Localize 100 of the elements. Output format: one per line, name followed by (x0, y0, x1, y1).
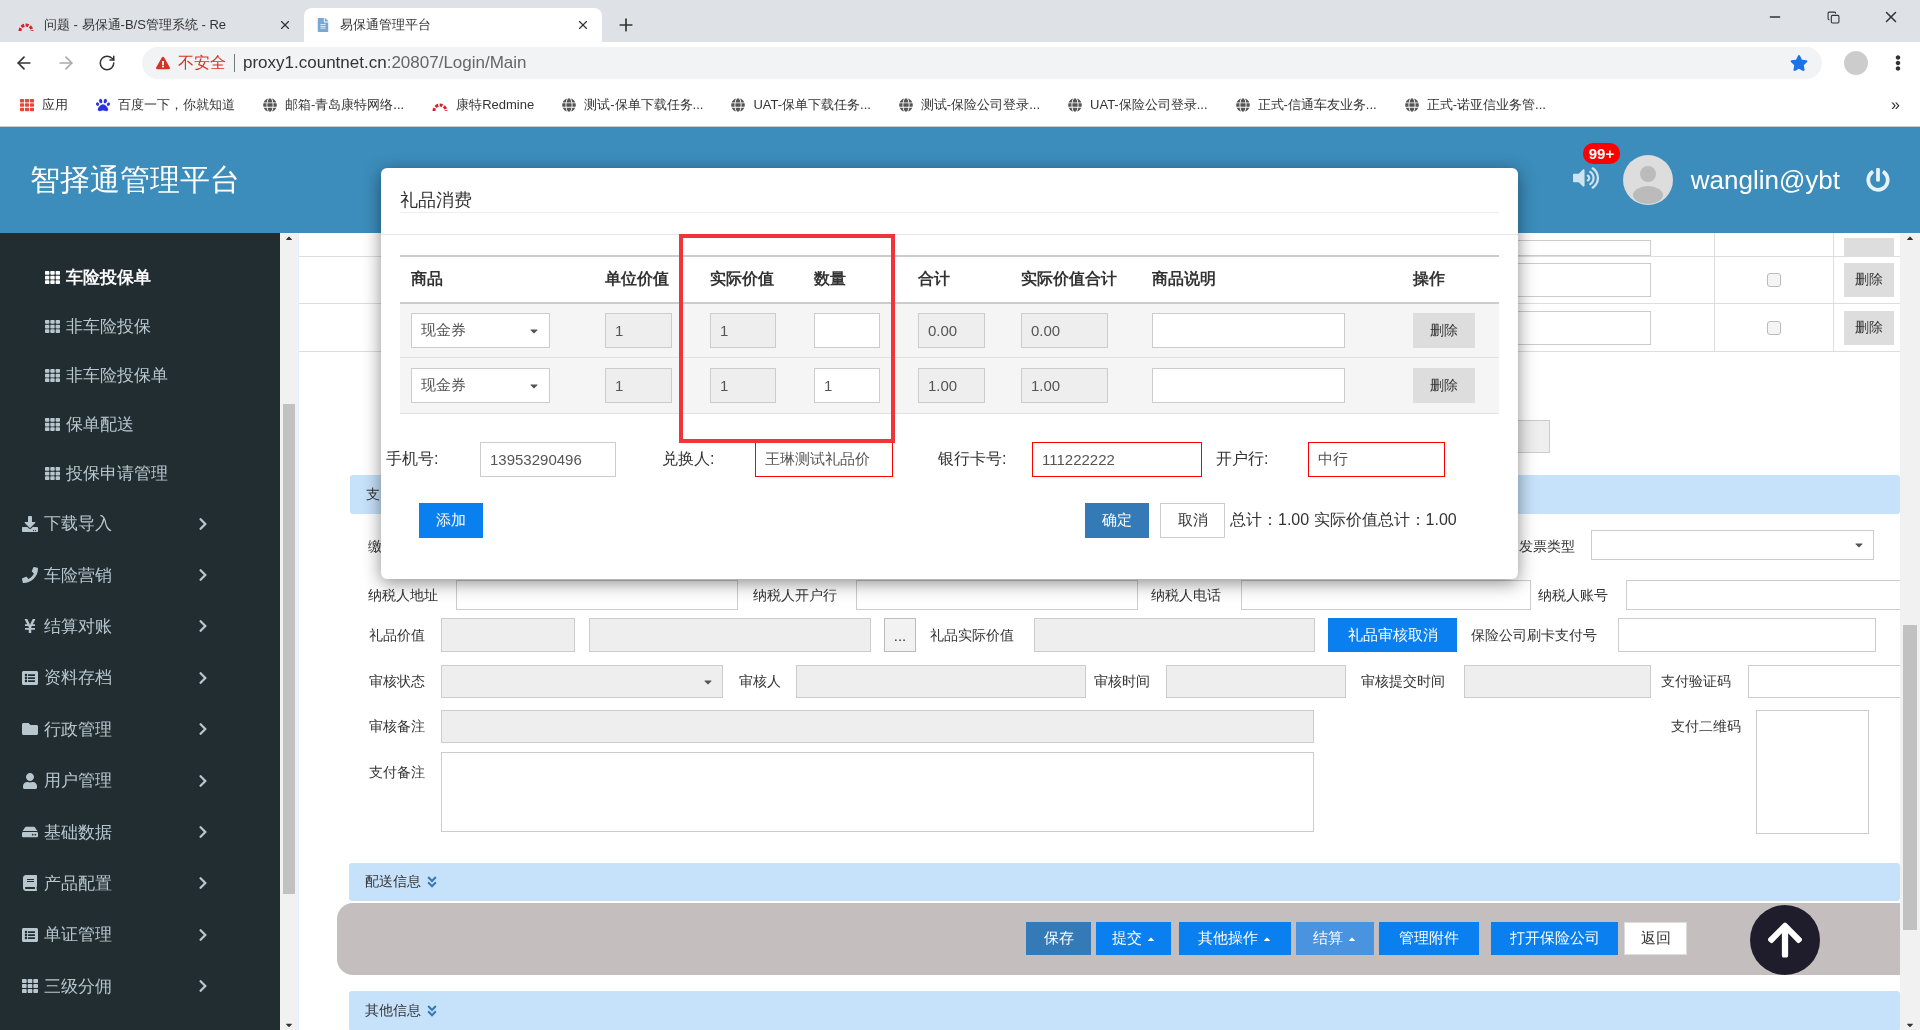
checkbox[interactable] (1767, 273, 1781, 287)
sidebar-item[interactable]: 下载导入 (0, 498, 280, 550)
user-icon (22, 772, 38, 789)
input-field[interactable]: 王琳测试礼品价 (755, 442, 893, 477)
delete-button[interactable]: 删除 (1413, 313, 1475, 348)
address-bar[interactable]: 不安全 proxy1.countnet.cn:20807/Login/Main (142, 47, 1822, 79)
sidebar-item[interactable]: 结算对账 (0, 600, 280, 653)
sidebar-item[interactable]: 产品配置 (0, 857, 280, 910)
select-field[interactable] (1591, 530, 1874, 560)
input-field[interactable]: 0.00 (1021, 313, 1108, 348)
sidebar-item[interactable]: 车险投保单 (0, 253, 280, 302)
input-field[interactable]: 1 (605, 313, 672, 348)
field-label: 纳税人电话 (1151, 586, 1222, 605)
globe-icon (1404, 98, 1419, 112)
input-field[interactable] (1618, 618, 1876, 652)
add-button[interactable]: 添加 (419, 503, 483, 538)
field-label: 纳税人开户行 (753, 586, 838, 605)
reload-icon[interactable] (98, 54, 116, 72)
delete-button[interactable]: 删除 (1844, 263, 1894, 297)
text-area[interactable] (441, 752, 1314, 832)
power-icon[interactable] (1866, 168, 1890, 192)
input-field[interactable]: 中行 (1308, 442, 1445, 477)
input-field[interactable]: 1 (710, 368, 776, 403)
scrollbar[interactable] (1900, 233, 1920, 1030)
input-field[interactable]: 13953290496 (480, 442, 616, 477)
more-bookmarks[interactable]: » (1891, 96, 1900, 114)
input-field[interactable]: 1 (605, 368, 672, 403)
quantity-field[interactable]: 1 (814, 368, 880, 403)
bookmark-star-icon[interactable] (1790, 54, 1808, 72)
grid-icon (45, 368, 60, 383)
scrollbar[interactable] (280, 233, 298, 1030)
input-field[interactable]: 1.00 (918, 368, 985, 403)
bookmark[interactable]: 康特Redmine (432, 96, 535, 114)
bookmark[interactable]: 邮箱-青岛康特网络... (263, 96, 405, 114)
input-field[interactable]: 1.00 (1021, 368, 1108, 403)
bookmark[interactable]: 正式-诺亚信业务管... (1404, 96, 1546, 114)
sidebar-item[interactable]: 三级分佣 (0, 960, 280, 1012)
sidebar-item[interactable]: 行政管理 (0, 703, 280, 755)
browse-button[interactable]: ... (884, 618, 916, 652)
sidebar-item[interactable]: 保单配送 (0, 400, 280, 449)
action-button[interactable]: 返回 (1624, 922, 1687, 955)
dialog-title: 礼品消费 (400, 168, 1499, 213)
username: wanglin@ybt (1690, 164, 1840, 196)
bookmark[interactable]: 百度一下，你就知道 (96, 96, 235, 114)
action-button[interactable]: 保存 (1026, 922, 1091, 955)
input-field[interactable] (1241, 580, 1531, 610)
bookmark[interactable]: 正式-信通车友业务... (1235, 96, 1377, 114)
sidebar-item[interactable]: 用户管理 (0, 754, 280, 807)
sidebar-item[interactable]: 单证管理 (0, 909, 280, 961)
input-field[interactable]: 0.00 (918, 313, 985, 348)
description-field[interactable] (1152, 368, 1345, 403)
field-label: 兑换人: (662, 449, 716, 469)
checkbox[interactable] (1767, 320, 1781, 335)
input-field[interactable] (856, 580, 1138, 610)
bookmark[interactable]: UAT-保险公司登录... (1068, 96, 1208, 114)
browser-tab[interactable]: 问题 - 易保通-B/S管理系统 - Re (6, 8, 304, 42)
bookmark[interactable]: 应用 (20, 96, 68, 114)
globe-icon (1068, 98, 1083, 112)
confirm-button[interactable]: 确定 (1085, 503, 1149, 538)
globe-icon (731, 98, 746, 112)
section-header[interactable]: 其他信息 (349, 991, 1900, 1030)
input-field[interactable]: 1 (710, 313, 776, 348)
quantity-field[interactable] (814, 313, 880, 348)
close-icon[interactable] (576, 18, 590, 32)
action-button[interactable]: 提交 (1096, 922, 1171, 955)
action-button[interactable]: 打开保险公司 (1491, 922, 1618, 955)
delete-button[interactable]: 删除 (1413, 368, 1475, 403)
sidebar-item[interactable]: 资料存档 (0, 652, 280, 704)
speaker-icon[interactable] (1572, 165, 1599, 191)
close-icon[interactable] (278, 18, 292, 32)
product-select[interactable]: 现金券 (411, 313, 550, 348)
sidebar-item[interactable]: 车险营销 (0, 549, 280, 601)
field-label: 审核时间 (1094, 672, 1151, 691)
column-header: 实际价值合计 (1021, 269, 1118, 289)
paw-icon (96, 98, 110, 112)
sidebar-item[interactable]: 基础数据 (0, 806, 280, 858)
sidebar-item[interactable]: 非车险投保单 (0, 351, 280, 400)
bookmark[interactable]: 测试-保单下载任务... (562, 96, 704, 114)
field-label: 保险公司刷卡支付号 (1471, 626, 1598, 645)
sidebar-item[interactable]: 非车险投保 (0, 302, 280, 351)
globe-icon (562, 98, 577, 112)
section-header[interactable]: 配送信息 (349, 863, 1900, 901)
input-field[interactable] (1626, 580, 1900, 610)
bookmark[interactable]: 测试-保险公司登录... (898, 96, 1041, 114)
restore-icon[interactable] (1826, 10, 1840, 24)
bookmark[interactable]: UAT-保单下载任务... (731, 96, 871, 114)
browser-tab[interactable]: 易保通管理平台 (304, 8, 602, 42)
description-field[interactable] (1152, 313, 1345, 348)
profile-avatar[interactable] (1844, 51, 1868, 75)
globe-icon (1235, 98, 1250, 112)
cancel-review-button[interactable]: 礼品审核取消 (1328, 618, 1457, 652)
action-button[interactable]: 管理附件 (1379, 922, 1479, 955)
input-field[interactable] (456, 580, 738, 610)
delete-button[interactable]: 删除 (1844, 310, 1894, 345)
input-field[interactable] (1748, 665, 1900, 698)
sidebar-item[interactable]: 投保申请管理 (0, 449, 280, 498)
input-field[interactable]: 111222222 (1032, 442, 1202, 477)
product-select[interactable]: 现金券 (411, 368, 550, 403)
cancel-button[interactable]: 取消 (1160, 503, 1225, 538)
action-button[interactable]: 其他操作 (1179, 922, 1291, 955)
